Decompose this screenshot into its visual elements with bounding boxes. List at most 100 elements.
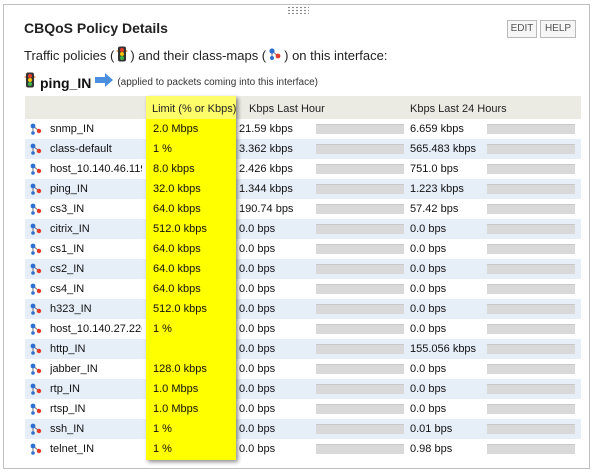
last-24-hours-bar <box>487 304 575 314</box>
kbps-last-hour-value: 0.0 bps <box>239 243 276 255</box>
policy-row: ping_IN (applied to packets coming into … <box>24 72 318 93</box>
limit-value: 1 % <box>153 323 172 335</box>
last-24-hours-bar <box>487 144 575 154</box>
kbps-last-hour-value: 2.426 kbps <box>239 163 293 175</box>
class-map-name-link[interactable]: rtp_IN <box>50 383 142 395</box>
limit-value: 1.0 Mbps <box>153 383 199 395</box>
class-map-name-link[interactable]: snmp_IN <box>50 123 142 135</box>
kbps-last-24-hours-value: 0.0 bps <box>410 263 447 275</box>
table-row: cs3_IN 190.74 bps 57.42 bps <box>25 199 581 219</box>
limit-value: 32.0 kbps <box>153 183 201 195</box>
kbps-last-hour-value: 0.0 bps <box>239 323 276 335</box>
limit-value: 1 % <box>153 443 172 455</box>
class-map-table: Kbps Last Hour Kbps Last 24 Hours snmp_I… <box>25 96 581 460</box>
class-map-name-link[interactable]: jabber_IN <box>50 363 142 375</box>
class-map-icon <box>29 243 43 255</box>
limit-value: 64.0 kbps <box>153 203 201 215</box>
class-map-icon <box>29 143 43 155</box>
last-hour-bar <box>316 184 404 194</box>
class-map-name-link[interactable]: http_IN <box>50 343 142 355</box>
last-hour-bar <box>316 304 404 314</box>
last-24-hours-bar <box>487 184 575 194</box>
class-map-icon <box>29 183 43 195</box>
class-map-icon <box>29 383 43 395</box>
kbps-last-hour-value: 0.0 bps <box>239 363 276 375</box>
class-map-icon <box>29 363 43 375</box>
panel-title: CBQoS Policy Details <box>24 20 168 36</box>
class-map-name-link[interactable]: cs1_IN <box>50 243 142 255</box>
kbps-last-hour-value: 3.362 kbps <box>239 143 293 155</box>
last-hour-bar <box>316 284 404 294</box>
class-map-name-link[interactable]: rtsp_IN <box>50 403 142 415</box>
last-hour-bar <box>316 144 404 154</box>
class-map-icon <box>29 283 43 295</box>
limit-value: 512.0 kbps <box>153 223 207 235</box>
table-row: cs2_IN 0.0 bps 0.0 bps <box>25 259 581 279</box>
class-map-name-link[interactable]: host_10.140.27.226 <box>50 323 142 335</box>
limit-value: 64.0 kbps <box>153 243 201 255</box>
last-hour-bar <box>316 264 404 274</box>
kbps-last-24-hours-value: 0.0 bps <box>410 223 447 235</box>
last-hour-bar <box>316 424 404 434</box>
kbps-last-24-hours-value: 0.98 bps <box>410 443 453 455</box>
kbps-last-24-hours-value: 0.0 bps <box>410 383 447 395</box>
last-24-hours-bar <box>487 284 575 294</box>
header-limit[interactable]: Limit (% or Kbps) <box>146 96 236 119</box>
table-row: jabber_IN 0.0 bps 0.0 bps <box>25 359 581 379</box>
last-hour-bar <box>316 164 404 174</box>
class-map-name-link[interactable]: cs3_IN <box>50 203 142 215</box>
class-map-name-link[interactable]: citrix_IN <box>50 223 142 235</box>
last-hour-bar <box>316 224 404 234</box>
class-map-icon <box>268 47 282 64</box>
class-map-name-link[interactable]: class-default <box>50 143 142 155</box>
help-button[interactable]: HELP <box>540 20 576 38</box>
class-map-icon <box>29 163 43 175</box>
kbps-last-hour-value: 0.0 bps <box>239 303 276 315</box>
class-map-name-link[interactable]: cs4_IN <box>50 283 142 295</box>
header-kbps-last-hour[interactable]: Kbps Last Hour <box>249 103 325 115</box>
table-row: snmp_IN 21.59 kbps 6.659 kbps <box>25 119 581 139</box>
limit-value: 1 % <box>153 423 172 435</box>
class-map-name-link[interactable]: ssh_IN <box>50 423 142 435</box>
last-hour-bar <box>316 204 404 214</box>
kbps-last-24-hours-value: 0.0 bps <box>410 303 447 315</box>
header-kbps-last-24-hours[interactable]: Kbps Last 24 Hours <box>410 103 507 115</box>
table-row: cs4_IN 0.0 bps 0.0 bps <box>25 279 581 299</box>
class-map-name-link[interactable]: ping_IN <box>50 183 142 195</box>
class-map-icon <box>29 263 43 275</box>
table-row: rtp_IN 0.0 bps 0.0 bps <box>25 379 581 399</box>
kbps-last-24-hours-value: 0.0 bps <box>410 323 447 335</box>
intro-text: Traffic policies ( ) and their class-map… <box>24 46 387 65</box>
last-24-hours-bar <box>487 264 575 274</box>
last-24-hours-bar <box>487 444 575 454</box>
class-map-name-link[interactable]: telnet_IN <box>50 443 142 455</box>
kbps-last-hour-value: 0.0 bps <box>239 343 276 355</box>
limit-value: 1 % <box>153 143 172 155</box>
kbps-last-24-hours-value: 0.0 bps <box>410 403 447 415</box>
last-hour-bar <box>316 244 404 254</box>
edit-button[interactable]: EDIT <box>507 20 537 38</box>
kbps-last-hour-value: 0.0 bps <box>239 283 276 295</box>
policy-note: (applied to packets coming into this int… <box>117 77 319 88</box>
limit-value: 8.0 kbps <box>153 163 195 175</box>
kbps-last-24-hours-value: 0.0 bps <box>410 363 447 375</box>
kbps-last-hour-value: 0.0 bps <box>239 223 276 235</box>
intro-suffix: ) on this interface: <box>284 48 388 63</box>
kbps-last-24-hours-value: 6.659 kbps <box>410 123 464 135</box>
class-map-icon <box>29 323 43 335</box>
class-map-name-link[interactable]: cs2_IN <box>50 263 142 275</box>
intro-middle: ) and their class-maps ( <box>130 48 267 63</box>
kbps-last-24-hours-value: 155.056 kbps <box>410 343 477 355</box>
kbps-last-24-hours-value: 57.42 bps <box>410 203 459 215</box>
last-hour-bar <box>316 364 404 374</box>
table-row: cs1_IN 0.0 bps 0.0 bps <box>25 239 581 259</box>
kbps-last-hour-value: 190.74 bps <box>239 203 294 215</box>
table-row: class-default 3.362 kbps 565.483 kbps <box>25 139 581 159</box>
drag-grip-icon[interactable] <box>287 6 309 14</box>
table-row: rtsp_IN 0.0 bps 0.0 bps <box>25 399 581 419</box>
class-map-name-link[interactable]: h323_IN <box>50 303 142 315</box>
class-map-icon <box>29 303 43 315</box>
class-map-icon <box>29 403 43 415</box>
class-map-name-link[interactable]: host_10.140.46.119 <box>50 163 142 175</box>
policy-name-link[interactable]: ping_IN <box>40 75 91 91</box>
